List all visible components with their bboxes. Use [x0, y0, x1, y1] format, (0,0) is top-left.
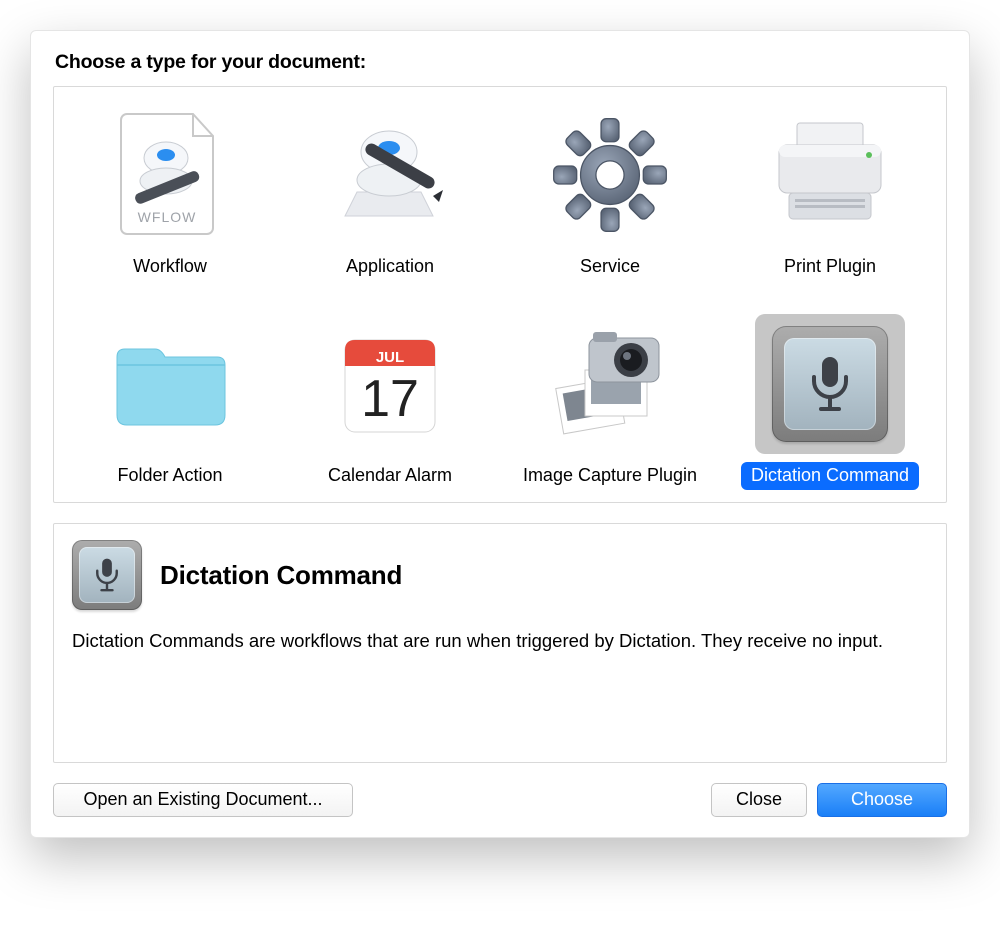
application-icon [315, 105, 465, 245]
type-label: Service [570, 253, 650, 282]
svg-text:17: 17 [361, 370, 419, 428]
detail-panel: Dictation Command Dictation Commands are… [53, 523, 947, 763]
dictation-icon [755, 314, 905, 454]
heading: Choose a type for your document: [55, 51, 947, 74]
open-existing-button[interactable]: Open an Existing Document... [53, 783, 353, 817]
type-service[interactable]: Service [504, 101, 716, 286]
detail-icon [72, 540, 142, 610]
type-label: Print Plugin [774, 253, 886, 282]
type-calendar-alarm[interactable]: JUL 17 Calendar Alarm [284, 310, 496, 495]
type-application[interactable]: Application [284, 101, 496, 286]
detail-title: Dictation Command [160, 560, 402, 591]
folder-icon [95, 314, 245, 454]
button-bar: Open an Existing Document... Close Choos… [53, 783, 947, 817]
detail-description: Dictation Commands are workflows that ar… [72, 628, 928, 654]
type-label: Dictation Command [741, 462, 919, 491]
workflow-icon: WFLOW [95, 105, 245, 245]
svg-text:WFLOW: WFLOW [138, 209, 197, 225]
svg-text:JUL: JUL [376, 349, 404, 366]
type-label: Image Capture Plugin [513, 462, 707, 491]
service-icon [535, 105, 685, 245]
type-folder-action[interactable]: Folder Action [64, 310, 276, 495]
calendar-icon: JUL 17 [315, 314, 465, 454]
type-grid: WFLOW Workflow Applicati [54, 87, 946, 502]
type-label: Application [336, 253, 444, 282]
type-image-capture[interactable]: Image Capture Plugin [504, 310, 716, 495]
type-print-plugin[interactable]: Print Plugin [724, 101, 936, 286]
image-capture-icon [535, 314, 685, 454]
type-label: Folder Action [107, 462, 232, 491]
close-button[interactable]: Close [711, 783, 807, 817]
printer-icon [755, 105, 905, 245]
choose-button[interactable]: Choose [817, 783, 947, 817]
type-workflow[interactable]: WFLOW Workflow [64, 101, 276, 286]
template-chooser-window: Choose a type for your document: [30, 30, 970, 838]
type-grid-panel: WFLOW Workflow Applicati [53, 86, 947, 503]
type-dictation-command[interactable]: Dictation Command [724, 310, 936, 495]
type-label: Workflow [123, 253, 217, 282]
type-label: Calendar Alarm [318, 462, 462, 491]
